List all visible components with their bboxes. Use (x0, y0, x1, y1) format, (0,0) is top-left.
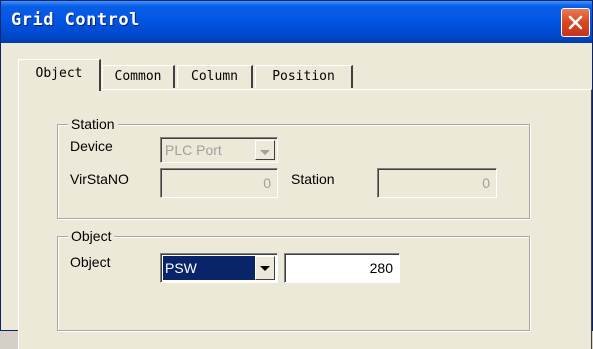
tab-label: Column (191, 69, 238, 84)
tab-panel-object: Station Device PLC Port VirStaNO 0 Stati… (18, 89, 592, 349)
object-label: Object (70, 254, 111, 270)
station-label: Station (291, 171, 335, 187)
object-address-field[interactable]: 280 (284, 253, 400, 283)
object-select-value: PSW (163, 256, 255, 280)
title-bar[interactable]: Grid Control (1, 1, 592, 43)
tab-common[interactable]: Common (102, 65, 175, 88)
device-select-value: PLC Port (165, 142, 222, 158)
station-field[interactable]: 0 (377, 168, 497, 198)
tab-column[interactable]: Column (177, 65, 253, 88)
close-button[interactable] (561, 8, 590, 37)
tab-label: Position (272, 69, 335, 84)
dialog-window: Grid Control Object Common Column Positi… (0, 0, 593, 349)
dialog-client-area: Object Common Column Position Station De… (1, 43, 592, 349)
object-group: Object Object PSW 280 (57, 228, 530, 331)
device-select[interactable]: PLC Port (160, 137, 278, 163)
tab-position[interactable]: Position (255, 65, 353, 88)
device-dropdown-button[interactable] (255, 140, 275, 160)
device-label: Device (70, 138, 113, 154)
station-group-legend: Station (68, 116, 118, 132)
virstano-label: VirStaNO (70, 171, 129, 187)
close-icon (568, 15, 583, 30)
object-dropdown-button[interactable] (255, 256, 275, 280)
chevron-down-icon (260, 266, 270, 271)
chevron-down-icon (260, 150, 270, 155)
tab-object[interactable]: Object (18, 59, 101, 91)
object-group-legend: Object (68, 228, 115, 244)
station-group: Station Device PLC Port VirStaNO 0 Stati… (57, 116, 530, 219)
window-title: Grid Control (11, 10, 140, 30)
object-select[interactable]: PSW (160, 253, 278, 283)
virstano-field[interactable]: 0 (160, 168, 278, 198)
tab-label: Object (35, 66, 83, 81)
tab-label: Common (114, 69, 162, 84)
